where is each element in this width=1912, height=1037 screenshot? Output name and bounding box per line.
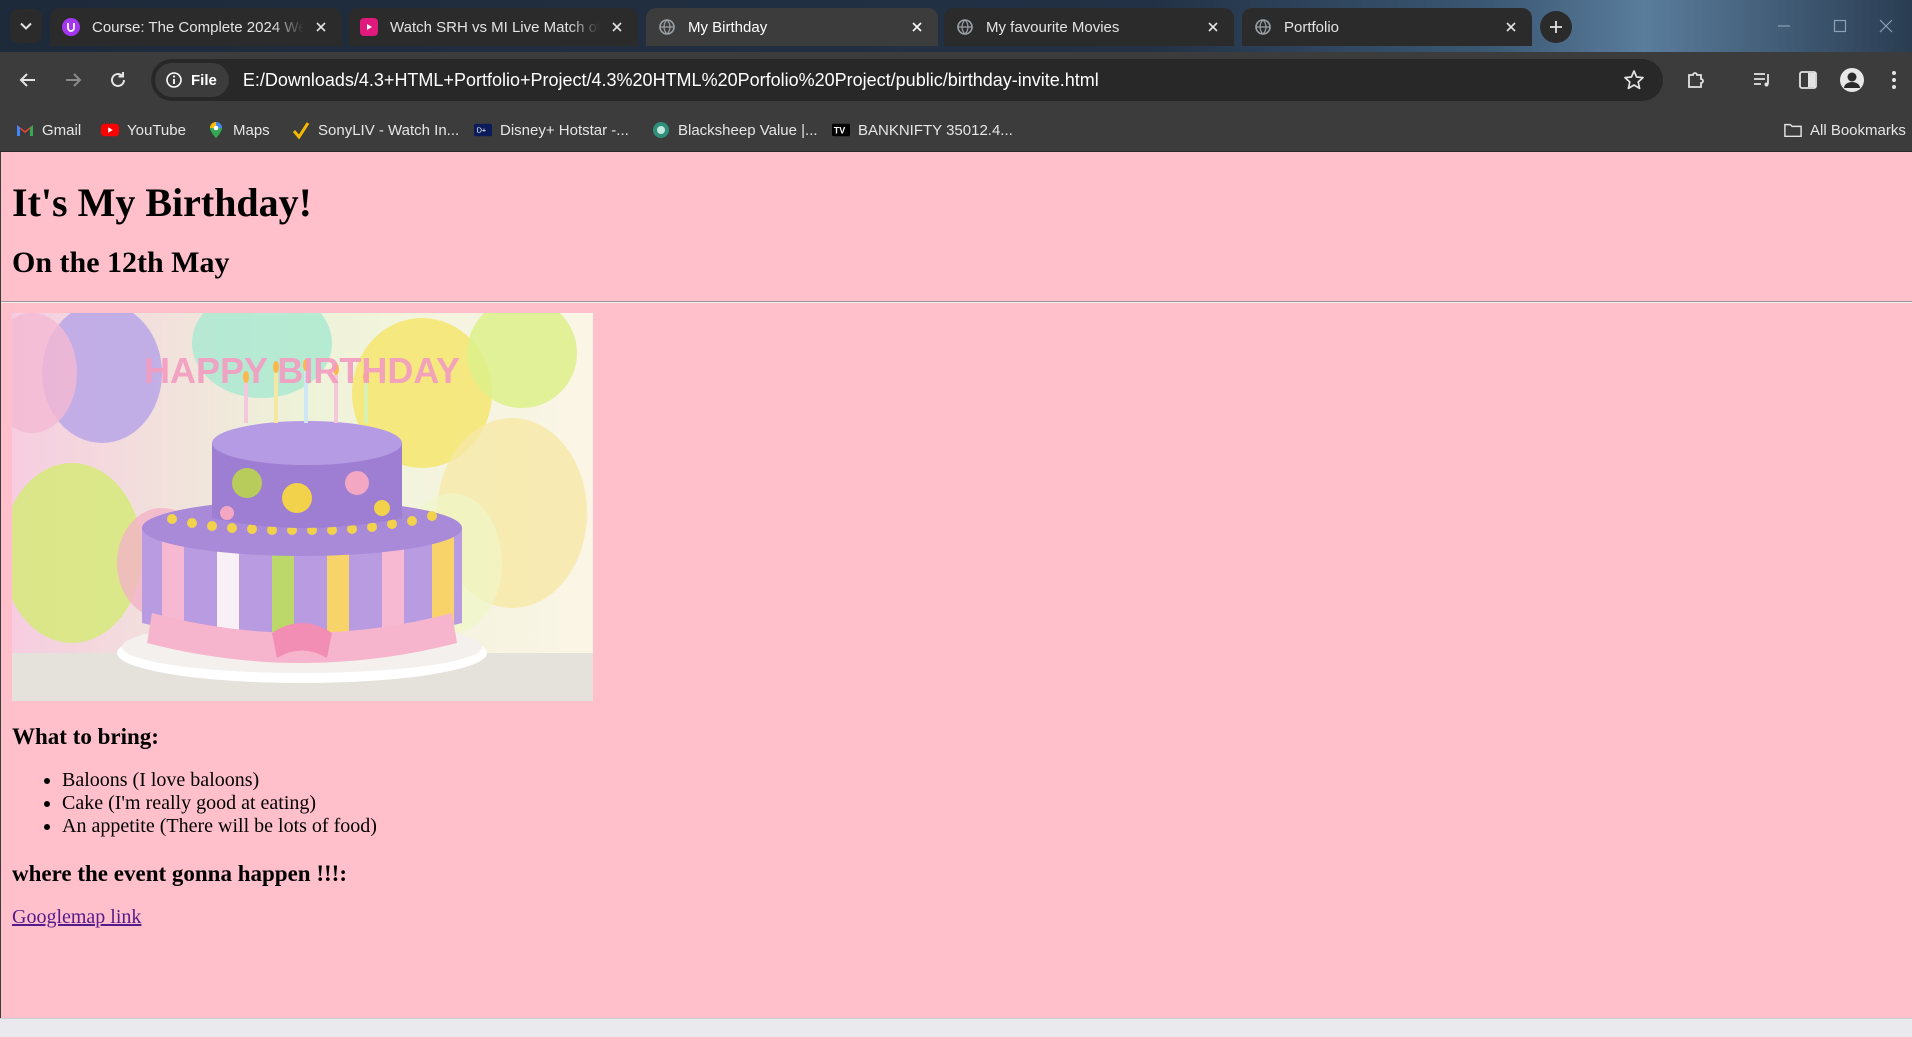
close-window-button[interactable] <box>1860 0 1912 52</box>
list-item: Cake (I'm really good at eating) <box>62 792 1901 815</box>
bookmark-blacksheep[interactable]: Blacksheep Value |... <box>652 118 818 142</box>
bookmark-sonyliv[interactable]: SonyLIV - Watch In... <box>292 118 459 142</box>
chevron-down-icon <box>20 22 32 30</box>
arrow-right-icon <box>66 73 82 87</box>
bring-list: Baloons (I love baloons) Cake (I'm reall… <box>12 769 1901 838</box>
page-title: It's My Birthday! <box>12 180 312 225</box>
bring-heading: What to bring: <box>12 724 159 749</box>
bookmark-gmail[interactable]: Gmail <box>16 118 81 142</box>
side-panel-icon <box>1799 71 1817 89</box>
tab-srh-vs-mi[interactable]: Watch SRH vs MI Live Match of <box>348 8 638 46</box>
close-tab-icon[interactable] <box>312 18 330 36</box>
close-tab-icon[interactable] <box>1502 18 1520 36</box>
birthday-cake-image: HAPPY BIRTHDAY <box>12 313 593 701</box>
udemy-icon <box>62 18 80 36</box>
minimize-icon <box>1778 25 1790 27</box>
playlist-icon <box>1754 73 1769 87</box>
globe-icon <box>956 18 974 36</box>
page-subtitle: On the 12th May <box>12 246 230 279</box>
close-tab-icon[interactable] <box>908 18 926 36</box>
globe-icon <box>658 18 676 36</box>
more-vertical-icon <box>1892 71 1896 89</box>
divider <box>1 301 1912 303</box>
tab-title: Watch SRH vs MI Live Match of <box>390 18 600 36</box>
arrow-left-icon <box>19 73 35 87</box>
maps-icon <box>207 121 225 139</box>
close-tab-icon[interactable] <box>1204 18 1222 36</box>
bookmark-star-icon[interactable] <box>1623 69 1645 96</box>
bookmark-label: Blacksheep Value |... <box>678 121 818 139</box>
gmail-icon <box>16 121 34 139</box>
tradingview-icon: TV <box>832 121 850 139</box>
plus-icon <box>1550 21 1562 33</box>
blacksheep-icon <box>652 121 670 139</box>
hotstar-icon: D+ <box>474 121 492 139</box>
globe-icon <box>1254 18 1272 36</box>
happy-text: HAPPY BIRTHDAY <box>144 350 460 391</box>
tab-search-button[interactable] <box>10 9 42 43</box>
bookmark-label: Disney+ Hotstar -... <box>500 121 629 139</box>
bookmark-hotstar[interactable]: D+ Disney+ Hotstar -... <box>474 118 629 142</box>
address-bar[interactable]: File E:/Downloads/4.3+HTML+Portfolio+Pro… <box>151 59 1663 101</box>
new-tab-button[interactable] <box>1540 11 1572 43</box>
forward-button[interactable] <box>59 66 87 94</box>
all-bookmarks-label: All Bookmarks <box>1810 121 1906 139</box>
side-panel-button[interactable] <box>1794 66 1822 94</box>
maximize-icon <box>1833 19 1847 33</box>
tab-my-favourite-movies[interactable]: My favourite Movies <box>944 8 1234 46</box>
jiocinema-icon <box>360 18 378 36</box>
reload-button[interactable] <box>104 66 132 94</box>
os-taskbar <box>0 1018 1912 1037</box>
reload-icon <box>111 72 125 87</box>
back-button[interactable] <box>14 66 42 94</box>
bookmark-label: SonyLIV - Watch In... <box>318 121 460 139</box>
url-text[interactable]: E:/Downloads/4.3+HTML+Portfolio+Project/… <box>243 70 1099 91</box>
minimize-button[interactable] <box>1756 0 1812 52</box>
tab-strip: Course: The Complete 2024 Web Developmen… <box>0 0 1912 52</box>
tab-title: Portfolio <box>1284 18 1340 36</box>
list-item: An appetite (There will be lots of food) <box>62 815 1901 838</box>
site-info-label: File <box>191 71 217 89</box>
tab-title: My Birthday <box>688 18 768 36</box>
sonyliv-icon <box>292 121 310 139</box>
tab-udemy-course[interactable]: Course: The Complete 2024 Web Developmen… <box>50 8 342 46</box>
bookmark-maps[interactable]: Maps <box>207 118 270 142</box>
tab-title: My favourite Movies <box>986 18 1120 36</box>
google-map-link[interactable]: Googlemap link <box>12 906 141 929</box>
tab-portfolio[interactable]: Portfolio <box>1242 8 1532 46</box>
bookmark-youtube[interactable]: YouTube <box>101 118 186 142</box>
svg-text:D+: D+ <box>477 126 486 135</box>
bookmark-label: BANKNIFTY 35012.4... <box>858 121 1013 139</box>
site-info-chip[interactable]: File <box>155 63 229 97</box>
all-bookmarks-button[interactable]: All Bookmarks <box>1784 118 1906 142</box>
bookmark-label: YouTube <box>127 121 186 139</box>
close-tab-icon[interactable] <box>608 18 626 36</box>
bookmark-label: Gmail <box>42 121 82 139</box>
where-heading: where the event gonna happen !!!: <box>12 861 347 886</box>
puzzle-icon <box>1688 72 1704 88</box>
info-icon <box>166 72 182 88</box>
menu-button[interactable] <box>1884 66 1904 94</box>
close-icon <box>1879 19 1893 33</box>
bookmark-banknifty[interactable]: TV BANKNIFTY 35012.4... <box>832 118 1013 142</box>
youtube-icon <box>101 121 119 139</box>
tab-title: Course: The Complete 2024 Web Developmen… <box>92 18 304 36</box>
profile-button[interactable] <box>1838 66 1866 94</box>
bookmarks-bar: Gmail YouTube Maps SonyLIV - Watch In...… <box>0 108 1912 152</box>
bookmark-label: Maps <box>233 121 270 139</box>
browser-toolbar: File E:/Downloads/4.3+HTML+Portfolio+Pro… <box>0 52 1912 108</box>
tab-my-birthday[interactable]: My Birthday <box>646 8 938 46</box>
avatar-icon <box>1840 68 1864 92</box>
folder-icon <box>1784 121 1802 139</box>
list-item: Baloons (I love baloons) <box>62 769 1901 792</box>
media-controls-button[interactable] <box>1748 66 1776 94</box>
svg-text:TV: TV <box>834 126 846 136</box>
page-content: It's My Birthday! On the 12th May HAPPY … <box>0 152 1912 1018</box>
extensions-button[interactable] <box>1682 66 1710 94</box>
